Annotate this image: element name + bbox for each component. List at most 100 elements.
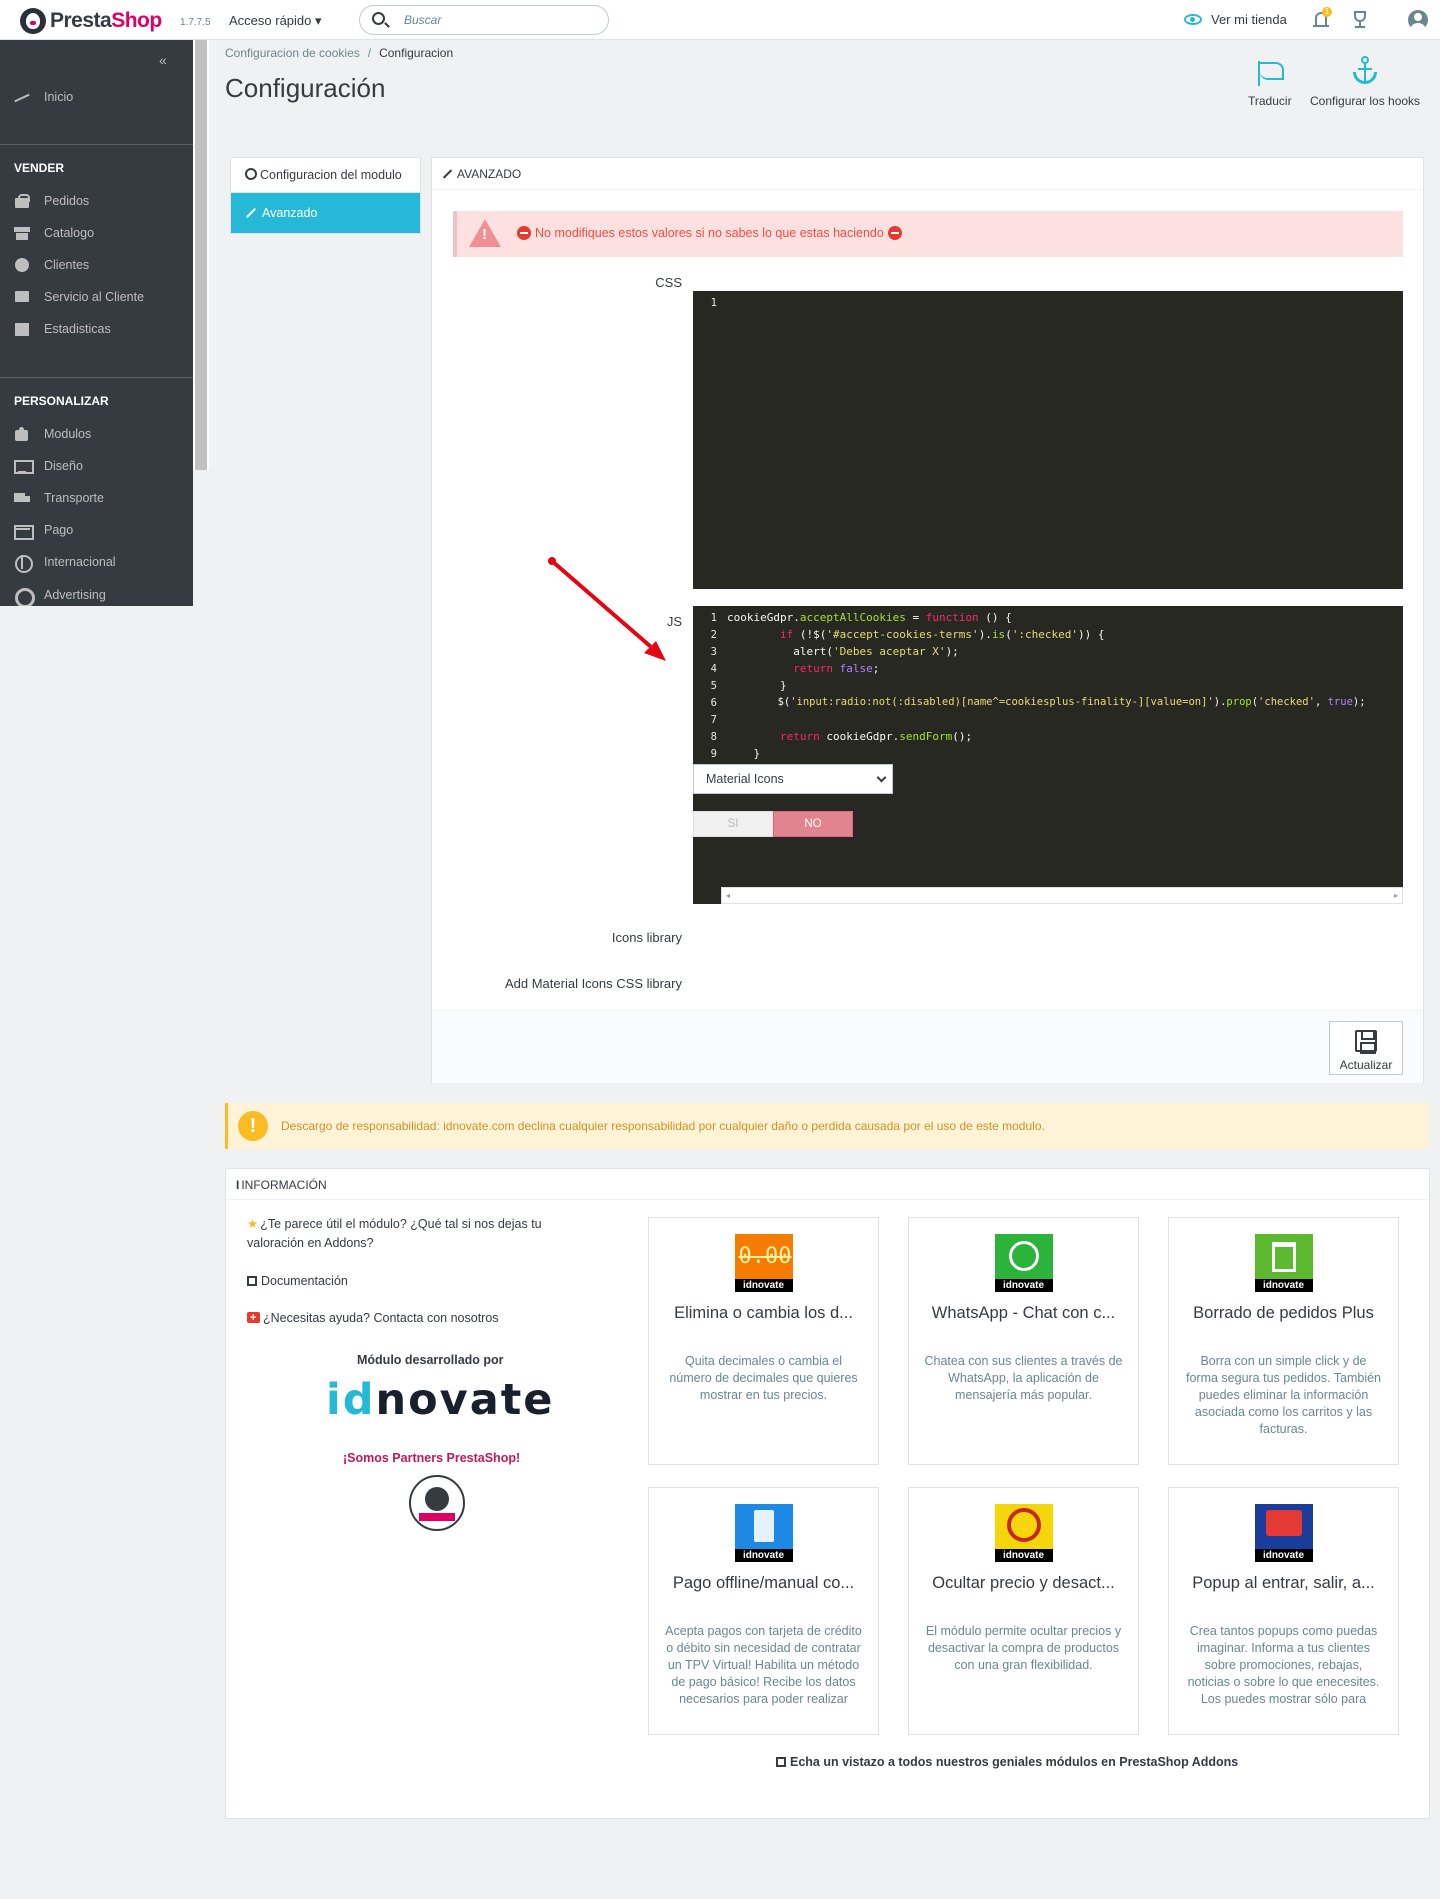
card-title: Pago offline/manual co...	[672, 1574, 855, 1592]
trash-icon: idnovate	[1254, 1234, 1313, 1292]
external-link-icon	[247, 1276, 257, 1286]
editor-horizontal-scrollbar[interactable]: ◂ ▸	[721, 887, 1403, 904]
code-line-3: alert('Debes aceptar X');	[727, 645, 959, 658]
sidebar-scrollbar[interactable]	[193, 40, 209, 470]
help-contact-link[interactable]: ¿Necesitas ayuda? Contacta con nosotros	[247, 1309, 499, 1328]
chat-icon	[14, 290, 30, 304]
collapse-sidebar-icon[interactable]: «	[159, 52, 167, 68]
truck-icon	[14, 491, 30, 505]
card-title: WhatsApp - Chat con c...	[931, 1304, 1116, 1322]
switch-option-no[interactable]: NO	[773, 811, 853, 837]
material-css-switch[interactable]: SI NO	[693, 811, 853, 837]
card-description: Crea tantos popups como puedas imaginar.…	[1187, 1624, 1380, 1706]
annotation-arrow-icon	[548, 557, 666, 661]
assessment-icon	[14, 322, 30, 336]
puzzle-icon	[14, 427, 30, 441]
update-button[interactable]: Actualizar	[1329, 1021, 1403, 1075]
prestashop-logo[interactable]: PrestaShop	[20, 8, 162, 34]
search-input[interactable]	[404, 11, 599, 29]
flag-icon	[1256, 60, 1284, 86]
top-header: PrestaShop 1.7.7.5 Acceso rápido ▾ Ver m…	[0, 0, 1440, 40]
code-line-9: }	[727, 747, 761, 760]
idnovate-logo[interactable]: idnovate	[326, 1375, 554, 1425]
code-line-1: cookieGdpr.acceptAllCookies = function (…	[727, 611, 1012, 624]
search-box	[359, 5, 609, 35]
sidebar-item-internacional[interactable]: Internacional	[14, 555, 116, 573]
tab-module-config[interactable]: Configuracion del modulo	[231, 158, 420, 193]
panel-footer: Actualizar	[432, 1010, 1423, 1083]
popup-icon: idnovate	[1254, 1504, 1313, 1562]
js-editor[interactable]: 1 2 3 4 5 6 7 8 9 cookieGdpr.acceptAllCo…	[693, 606, 1403, 904]
view-store-link[interactable]: Ver mi tienda	[1184, 12, 1287, 27]
warning-icon: !	[238, 1111, 268, 1141]
translate-button[interactable]: Traducir	[1248, 60, 1292, 108]
trend-icon	[14, 90, 30, 104]
scroll-left-icon[interactable]: ◂	[726, 891, 730, 900]
material-css-label: Add Material Icons CSS library	[504, 976, 682, 991]
sidebar-item-advertising[interactable]: Advertising	[14, 588, 106, 606]
switch-option-yes[interactable]: SI	[693, 811, 773, 837]
monitor-icon	[14, 459, 34, 474]
code-line-2: if (!$('#accept-cookies-terms').is(':che…	[779, 628, 1105, 641]
see-all-modules-link[interactable]: Echa un vistazo a todos nuestros geniale…	[776, 1755, 1238, 1769]
info-icon: i	[236, 1178, 240, 1192]
card-description: Chatea con sus clientes a través de What…	[924, 1354, 1123, 1402]
code-line-4: return false;	[793, 662, 880, 675]
quick-access-dropdown[interactable]: Acceso rápido ▾	[229, 13, 322, 29]
chevron-down-icon	[876, 772, 887, 783]
rate-module-link[interactable]: ★ ¿Te parece útil el módulo? ¿Qué tal si …	[247, 1215, 542, 1253]
module-card-delete-orders[interactable]: idnovate Borrado de pedidos Plus Borra c…	[1168, 1217, 1399, 1465]
breadcrumb-parent[interactable]: Configuracion de cookies	[225, 46, 360, 60]
card-description: Acepta pagos con tarjeta de crédito o dé…	[665, 1624, 862, 1706]
module-card-offline-payment[interactable]: idnovate Pago offline/manual co... Acept…	[648, 1487, 879, 1735]
card-title: Ocultar precio y desact...	[932, 1574, 1115, 1592]
developed-by-label: Módulo desarrollado por	[357, 1353, 504, 1367]
code-line-5: }	[727, 679, 787, 692]
sidebar-item-diseno[interactable]: Diseño	[14, 459, 83, 474]
module-card-decimals[interactable]: 0.00 idnovate Elimina o cambia los d... …	[648, 1217, 879, 1465]
sidebar-item-transporte[interactable]: Transporte	[14, 491, 104, 505]
module-card-hide-price[interactable]: idnovate Ocultar precio y desact... El m…	[908, 1487, 1139, 1735]
danger-alert: No modifiques estos valores si no sabes …	[453, 211, 1403, 257]
icons-library-select[interactable]: Material Icons	[693, 764, 893, 794]
sidebar-item-clientes[interactable]: Clientes	[14, 258, 89, 272]
sidebar-item-servicio[interactable]: Servicio al Cliente	[14, 290, 144, 304]
credit-card-icon	[14, 523, 34, 540]
sidebar-section-sell: VENDER	[14, 161, 65, 175]
trophy-icon[interactable]	[1350, 10, 1370, 30]
sidebar-section-customize: PERSONALIZAR	[14, 394, 109, 408]
disclaimer-alert: ! Descargo de responsabilidad: idnovate.…	[225, 1103, 1429, 1149]
scroll-right-icon[interactable]: ▸	[1394, 891, 1398, 900]
sidebar-item-modulos[interactable]: Modulos	[14, 427, 91, 441]
card-title: Elimina o cambia los d...	[674, 1304, 853, 1322]
sidebar-item-pedidos[interactable]: Pedidos	[14, 194, 89, 208]
module-card-popup[interactable]: idnovate Popup al entrar, salir, a... Cr…	[1168, 1487, 1399, 1735]
shopping-bag-icon	[14, 194, 30, 208]
no-entry-icon	[517, 226, 531, 240]
tab-advanced[interactable]: Avanzado	[231, 193, 420, 233]
pos-terminal-icon: idnovate	[734, 1504, 793, 1562]
configure-hooks-button[interactable]: Configurar los hooks	[1310, 56, 1420, 108]
sidebar-item-pago[interactable]: Pago	[14, 523, 73, 540]
sidebar: « Inicio VENDER Pedidos Catalogo Cliente…	[0, 40, 193, 606]
puffin-logo-icon	[20, 8, 46, 34]
css-label: CSS	[655, 275, 682, 290]
sidebar-item-catalogo[interactable]: Catalogo	[14, 226, 94, 240]
module-tabs: Configuracion del modulo Avanzado	[230, 157, 421, 234]
module-card-whatsapp[interactable]: idnovate WhatsApp - Chat con c... Chatea…	[908, 1217, 1139, 1465]
info-panel: i INFORMACIÓN ★ ¿Te parece útil el módulo?…	[225, 1168, 1430, 1819]
notifications-button[interactable]: 1	[1312, 7, 1332, 30]
sidebar-item-estadisticas[interactable]: Estadisticas	[14, 322, 111, 336]
partners-label: ¡Somos Partners PrestaShop!	[343, 1451, 521, 1465]
sidebar-item-inicio[interactable]: Inicio	[14, 90, 73, 104]
user-avatar-icon[interactable]	[1408, 10, 1428, 30]
logo-text: PrestaShop	[50, 9, 162, 32]
version-label: 1.7.7.5	[180, 17, 211, 28]
search-icon	[372, 12, 385, 25]
css-editor[interactable]: 1	[693, 291, 1403, 589]
view-store-label: Ver mi tienda	[1211, 12, 1287, 27]
documentation-link[interactable]: Documentación	[247, 1272, 348, 1291]
icons-library-label: Icons library	[611, 930, 682, 945]
card-title: Popup al entrar, salir, a...	[1192, 1574, 1375, 1592]
medkit-icon	[247, 1309, 260, 1328]
